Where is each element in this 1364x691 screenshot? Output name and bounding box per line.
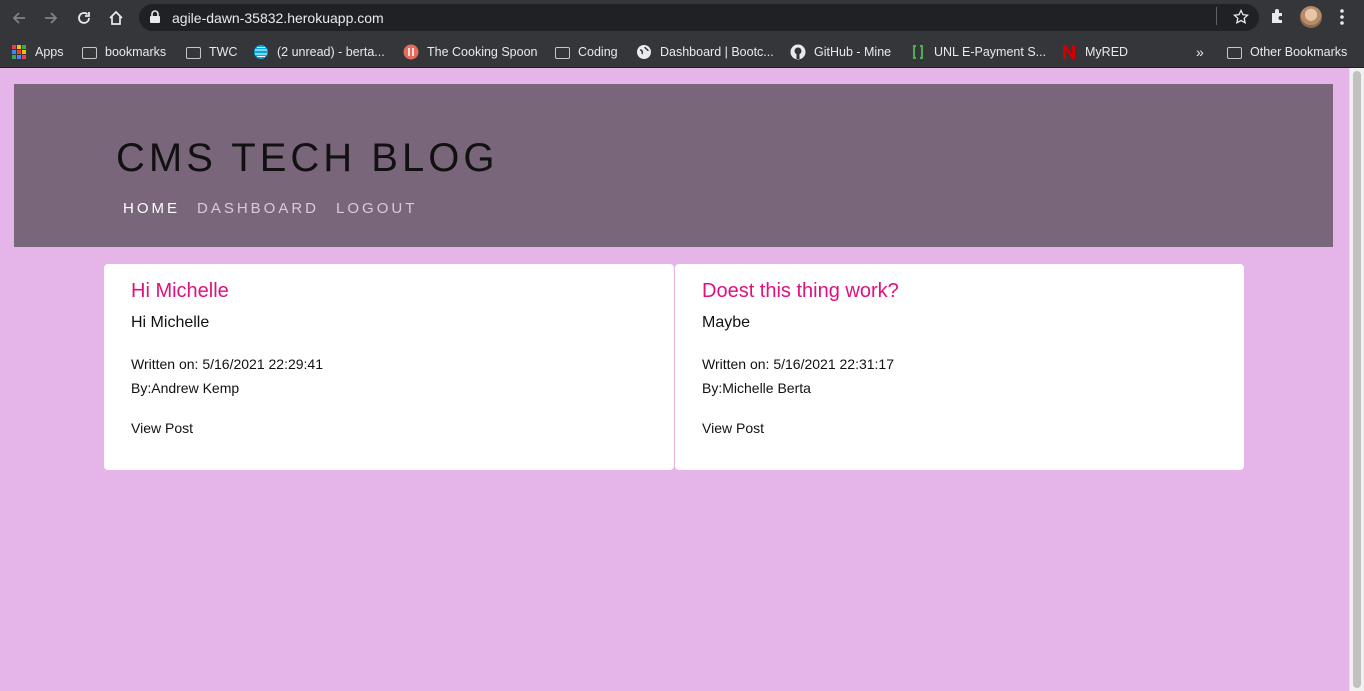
- bookmarks-divider: [1216, 7, 1217, 25]
- bookmark-label: Coding: [578, 45, 618, 59]
- url-text: agile-dawn-35832.herokuapp.com: [172, 10, 384, 26]
- site-header: CMS TECH BLOG HOME DASHBOARD LOGOUT: [14, 84, 1333, 247]
- nebraska-n-icon: [1063, 45, 1075, 59]
- bookmark-label: Dashboard | Bootc...: [660, 45, 774, 59]
- view-post-link[interactable]: View Post: [702, 420, 764, 436]
- bookmark-label: MyRED: [1085, 45, 1129, 59]
- nav-home-link[interactable]: HOME: [123, 200, 180, 217]
- cooking-spoon-icon: [403, 44, 419, 60]
- nav-dashboard-link[interactable]: DASHBOARD: [197, 200, 319, 217]
- post-author: By:Andrew Kemp: [131, 380, 240, 396]
- post-body: Hi Michelle: [131, 314, 210, 331]
- lock-icon: [150, 10, 160, 23]
- bookmark-bookmarks-folder[interactable]: bookmarks: [82, 43, 166, 61]
- bookmark-unl-epayment[interactable]: UNL E-Payment S...: [910, 43, 1046, 61]
- post-card: Hi Michelle Hi Michelle Written on: 5/16…: [104, 264, 674, 470]
- reload-button[interactable]: [73, 7, 95, 29]
- apps-grid-icon: [12, 45, 26, 59]
- folder-icon: [82, 47, 97, 59]
- bookmark-github[interactable]: GitHub - Mine: [790, 43, 891, 61]
- more-vert-icon[interactable]: [1335, 8, 1349, 26]
- extensions-puzzle-icon[interactable]: [1269, 7, 1287, 25]
- address-bar[interactable]: agile-dawn-35832.herokuapp.com: [139, 4, 1259, 31]
- bookmark-label: TWC: [209, 45, 238, 59]
- back-button[interactable]: [8, 7, 30, 29]
- bookmarks-bar: Apps bookmarks TWC (2 unread) - berta...…: [0, 35, 1364, 68]
- browser-toolbar: agile-dawn-35832.herokuapp.com: [0, 0, 1364, 35]
- home-icon: [109, 10, 123, 25]
- site-title: CMS TECH BLOG: [116, 136, 499, 180]
- arrow-left-icon: [12, 12, 25, 24]
- bookmark-star-icon[interactable]: [1233, 9, 1249, 25]
- page-scrollbar[interactable]: [1349, 68, 1364, 691]
- home-button[interactable]: [105, 7, 127, 29]
- bookmark-att-mail[interactable]: (2 unread) - berta...: [253, 43, 385, 61]
- bookmark-label: Apps: [35, 45, 64, 59]
- bookmark-myred[interactable]: MyRED: [1061, 43, 1128, 61]
- bookmark-label: UNL E-Payment S...: [934, 45, 1047, 59]
- profile-avatar[interactable]: [1300, 6, 1322, 28]
- bookmark-apps[interactable]: Apps: [11, 43, 64, 61]
- post-title: Hi Michelle: [131, 280, 229, 302]
- globe-icon: [637, 45, 651, 59]
- bookmarks-overflow-button[interactable]: »: [1196, 43, 1204, 61]
- scrollbar-thumb[interactable]: [1353, 71, 1361, 688]
- post-card: Doest this thing work? Maybe Written on:…: [675, 264, 1244, 470]
- bookmark-label: bookmarks: [105, 45, 167, 59]
- att-globe-icon: [254, 45, 268, 59]
- other-bookmarks[interactable]: Other Bookmarks: [1227, 43, 1347, 61]
- bookmark-label: GitHub - Mine: [814, 45, 892, 59]
- forward-button[interactable]: [40, 7, 62, 29]
- bookmark-label: (2 unread) - berta...: [277, 45, 385, 59]
- post-date: Written on: 5/16/2021 22:31:17: [702, 356, 894, 372]
- overflow-chevron-icon: »: [1196, 44, 1204, 60]
- post-body: Maybe: [702, 314, 751, 331]
- post-date: Written on: 5/16/2021 22:29:41: [131, 356, 323, 372]
- reload-icon: [78, 12, 90, 24]
- bookmark-label: The Cooking Spoon: [427, 45, 538, 59]
- post-title: Doest this thing work?: [702, 280, 899, 302]
- post-author: By:Michelle Berta: [702, 380, 811, 396]
- folder-icon: [186, 47, 201, 59]
- nav-logout-link[interactable]: LOGOUT: [336, 200, 417, 217]
- browser-chrome: agile-dawn-35832.herokuapp.com Apps book…: [0, 0, 1364, 68]
- bookmark-label: Other Bookmarks: [1250, 45, 1348, 59]
- bookmark-coding-folder[interactable]: Coding: [555, 43, 618, 61]
- folder-icon: [555, 47, 570, 59]
- arrow-right-icon: [45, 12, 58, 24]
- bracket-icon: [913, 45, 923, 59]
- folder-icon: [1227, 47, 1242, 59]
- github-icon: [790, 44, 806, 60]
- main-nav: HOME DASHBOARD LOGOUT: [123, 200, 434, 217]
- bookmark-cooking-spoon[interactable]: The Cooking Spoon: [403, 43, 538, 61]
- view-post-link[interactable]: View Post: [131, 420, 193, 436]
- bookmark-dashboard[interactable]: Dashboard | Bootc...: [636, 43, 774, 61]
- bookmark-twc-folder[interactable]: TWC: [186, 43, 237, 61]
